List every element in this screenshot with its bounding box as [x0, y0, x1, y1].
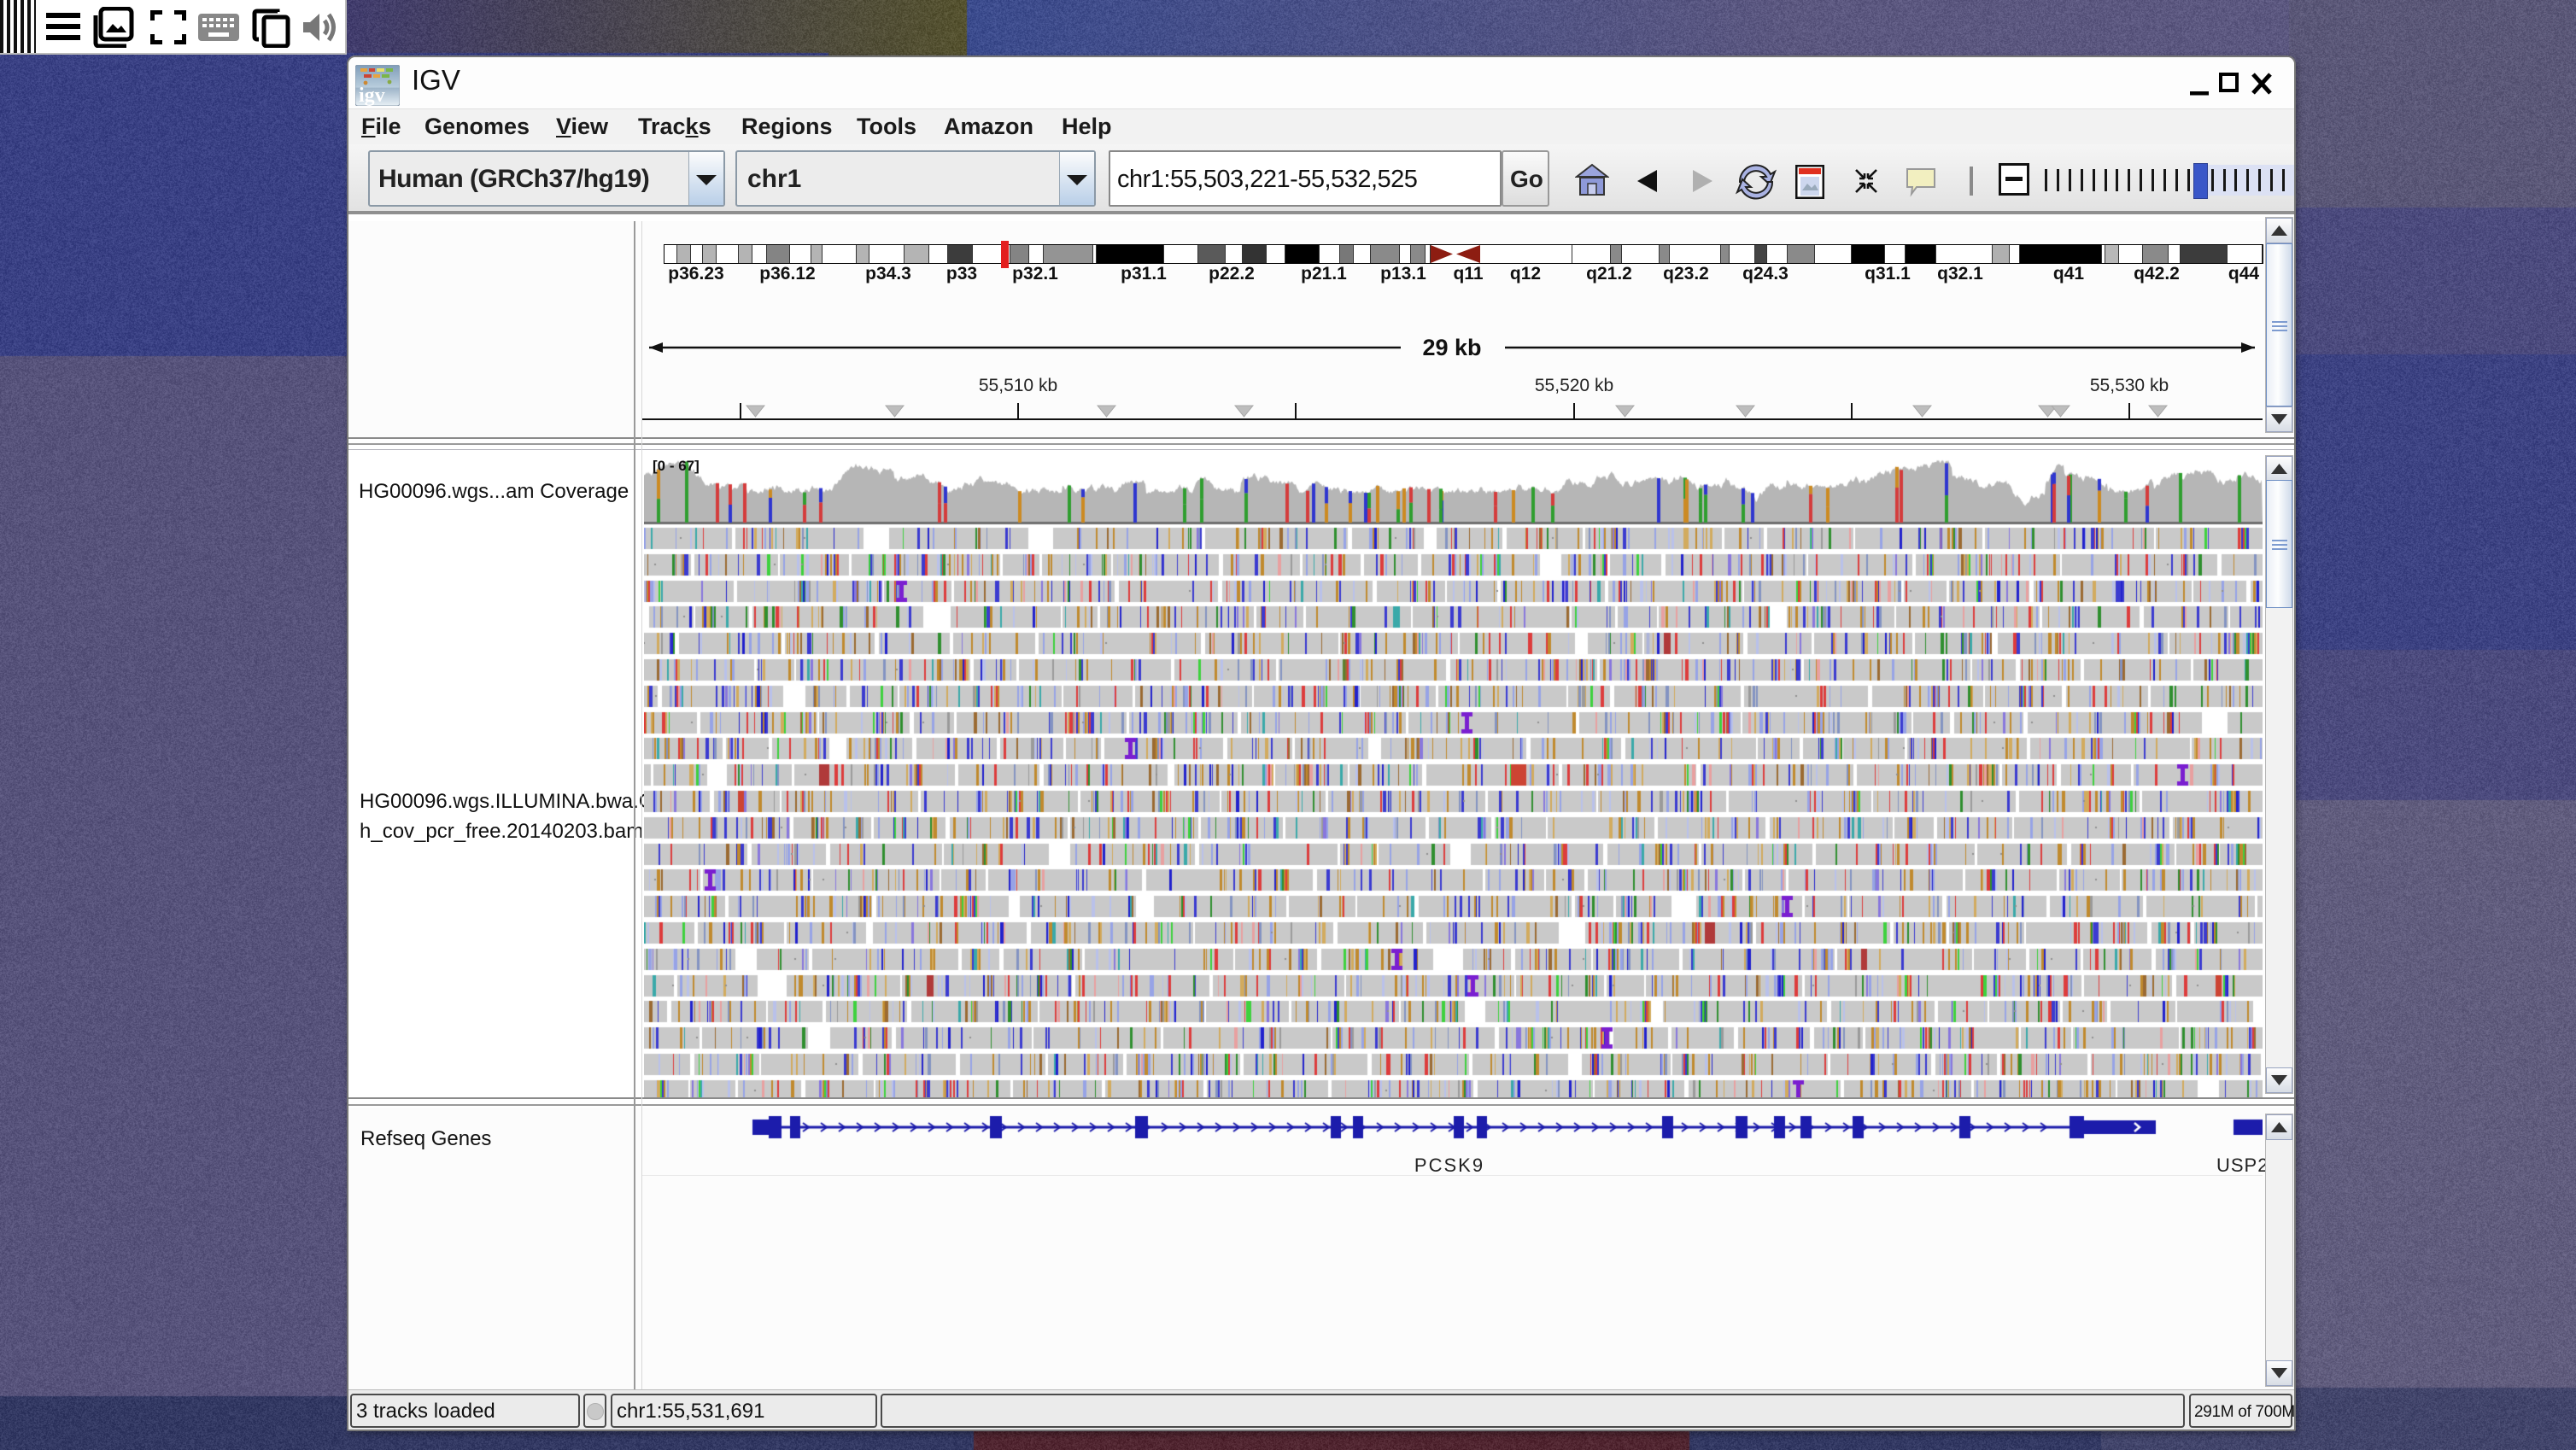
svg-text:igv: igv	[359, 85, 385, 106]
svg-text:29 kb: 29 kb	[1422, 335, 1481, 360]
